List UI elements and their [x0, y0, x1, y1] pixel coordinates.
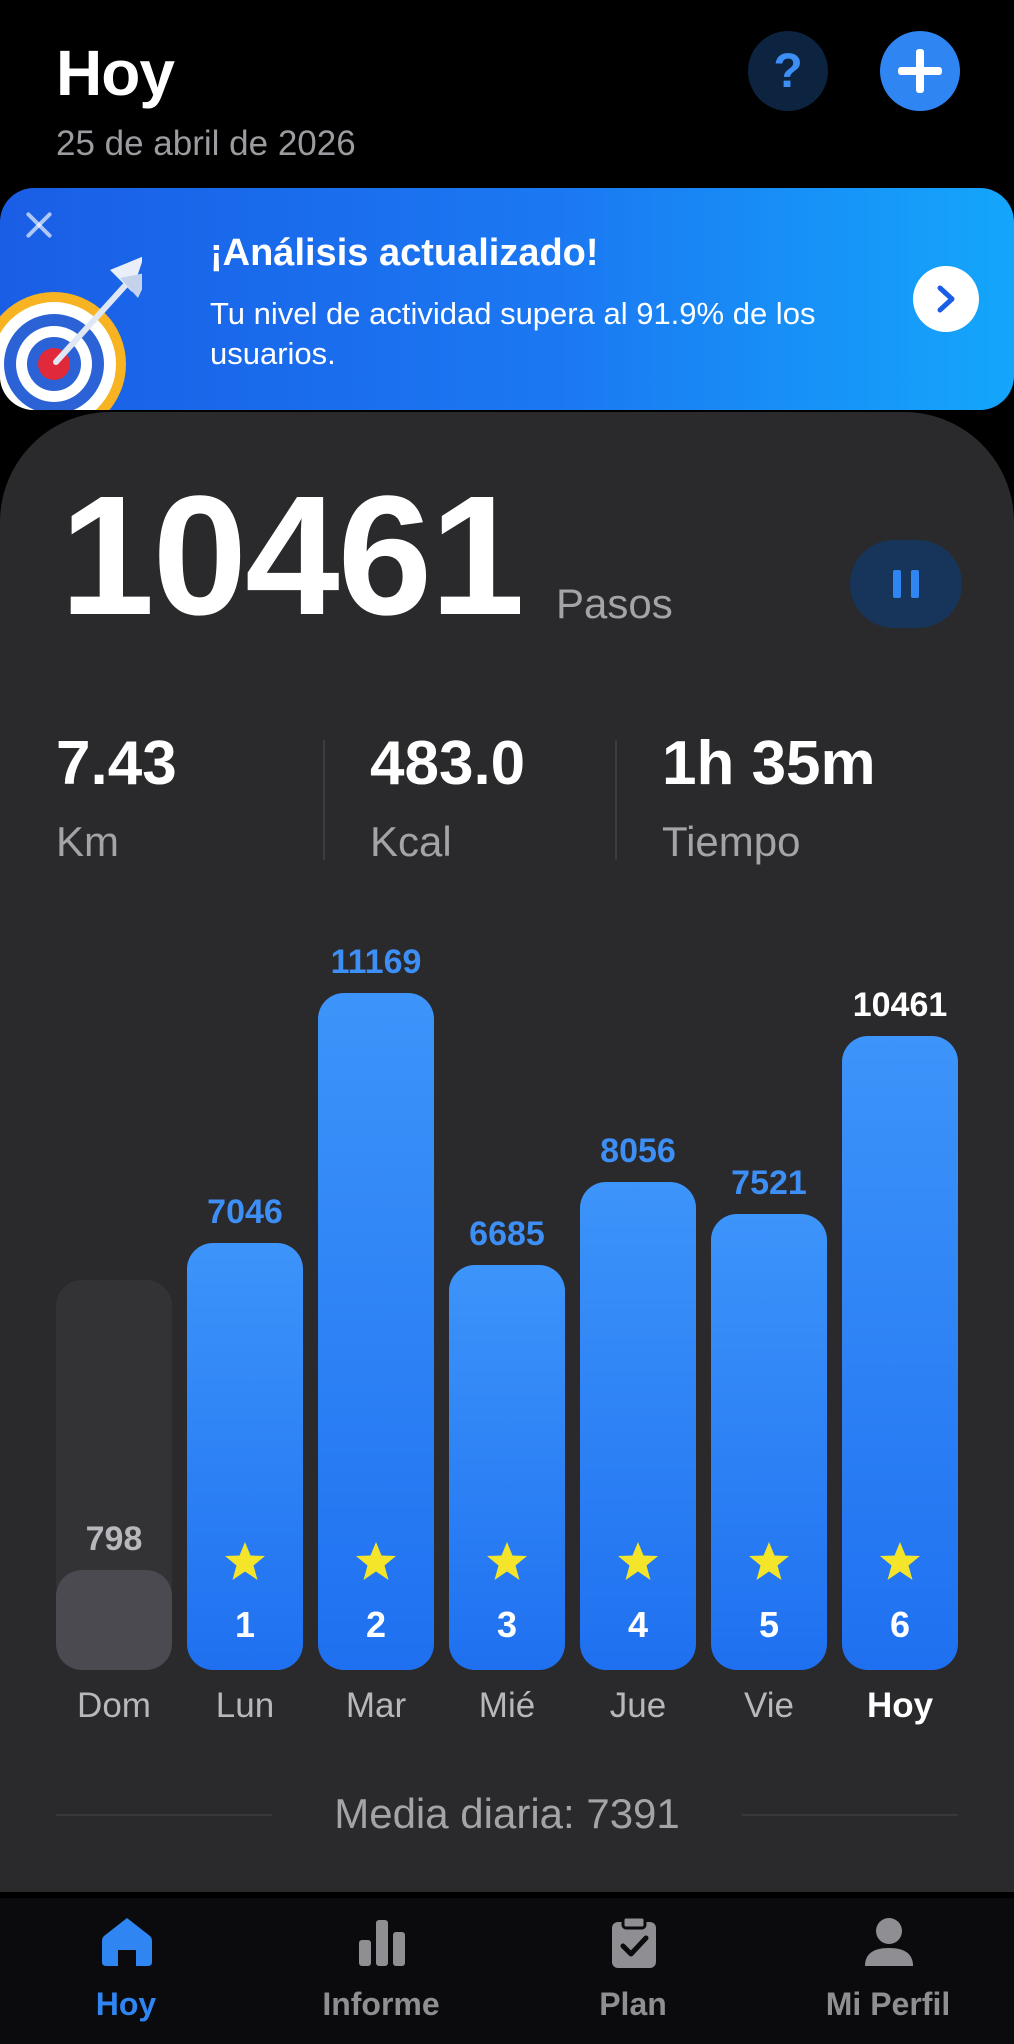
person-icon — [865, 1918, 913, 1966]
divider — [323, 740, 325, 860]
nav-item-informe[interactable]: Informe — [271, 1898, 491, 2044]
nav-label: Informe — [322, 1986, 440, 2022]
pause-button[interactable] — [850, 540, 962, 628]
bar-column-3[interactable]: 6685 3 Mié — [449, 940, 565, 1740]
banner-text: Tu nivel de actividad supera al 91.9% de… — [210, 296, 816, 371]
bar-track — [56, 1280, 172, 1610]
close-icon[interactable] — [22, 208, 56, 242]
nav-item-hoy[interactable]: Hoy — [16, 1898, 236, 2044]
nav-label: Mi Perfil — [825, 1986, 951, 2022]
stat-label: Km — [56, 818, 119, 865]
add-button[interactable] — [880, 31, 960, 111]
stat-value: 7.43 — [56, 729, 177, 798]
day-label: Hoy — [866, 1686, 934, 1725]
streak-number: 3 — [496, 1604, 518, 1645]
stat-time: 1h 35m Tiempo — [662, 726, 876, 866]
nav-item-plan[interactable]: Plan — [523, 1898, 743, 2044]
page-date: 25 de abril de 2026 — [56, 124, 356, 163]
help-icon: ? — [773, 44, 803, 98]
streak-number: 4 — [627, 1604, 649, 1645]
bar-value-label: 7046 — [207, 1193, 283, 1231]
daily-average: Media diaria: 7391 — [334, 1790, 680, 1837]
star-icon — [225, 1542, 265, 1580]
page-title: Hoy — [56, 37, 175, 109]
steps-unit: Pasos — [556, 580, 673, 627]
nav-item-mi-perfil[interactable]: Mi Perfil — [778, 1898, 998, 2044]
star-icon — [880, 1542, 920, 1580]
target-arrow-icon — [0, 256, 142, 410]
bar-value-label: 11169 — [330, 943, 422, 981]
streak-number: 5 — [758, 1604, 780, 1645]
chart-bar — [56, 1570, 172, 1670]
streak-number: 1 — [234, 1604, 256, 1645]
clipboard-check-icon — [612, 1915, 656, 1968]
nav-label: Plan — [599, 1986, 667, 2022]
stat-label: Kcal — [370, 818, 452, 865]
star-icon — [618, 1542, 658, 1580]
bar-column-4[interactable]: 8056 4 Jue — [580, 940, 696, 1740]
chevron-right-icon — [937, 285, 955, 313]
bar-value-label: 10461 — [852, 986, 948, 1024]
stat-distance: 7.43 Km — [56, 726, 177, 866]
streak-number: 6 — [889, 1604, 911, 1645]
streak-number: 2 — [365, 1604, 387, 1645]
bar-value-label: 798 — [85, 1520, 143, 1558]
bar-column-5[interactable]: 7521 5 Vie — [711, 940, 827, 1740]
bar-column-0[interactable]: 798 Dom — [56, 940, 172, 1740]
star-icon — [356, 1542, 396, 1580]
stat-value: 483.0 — [370, 729, 526, 798]
bottom-nav: Hoy Informe Plan Mi Perfil — [0, 1898, 1014, 2044]
bar-value-label: 6685 — [469, 1215, 545, 1253]
banner-title: ¡Análisis actualizado! — [210, 232, 599, 274]
header: Hoy 25 de abril de 2026 ? — [0, 0, 1014, 180]
bar-column-2[interactable]: 11169 2 Mar — [318, 940, 434, 1740]
stat-value: 1h 35m — [662, 729, 876, 798]
home-icon — [102, 1918, 152, 1966]
bar-column-1[interactable]: 7046 1 Lun — [187, 940, 303, 1740]
star-icon — [487, 1542, 527, 1580]
bar-value-label: 7521 — [731, 1164, 807, 1202]
stat-label: Tiempo — [662, 818, 801, 865]
nav-label: Hoy — [95, 1986, 157, 2022]
weekly-steps-chart: 798 Dom 7046 1 Lun 11169 2 Mar 6685 3 Mié 8056 4 Jue 7… — [0, 940, 1014, 1740]
chart-bar — [580, 1182, 696, 1670]
analysis-banner[interactable]: ¡Análisis actualizado! Tu nivel de activ… — [0, 188, 1014, 410]
stat-calories: 483.0 Kcal — [370, 726, 525, 866]
chart-bar — [711, 1214, 827, 1670]
steps-count: 10461 — [60, 461, 525, 651]
help-button[interactable]: ? — [748, 31, 828, 111]
divider — [615, 740, 617, 860]
banner-open-button[interactable] — [913, 266, 979, 332]
bar-chart-icon — [359, 1920, 405, 1966]
bar-column-6[interactable]: 10461 6 Hoy — [842, 940, 958, 1740]
star-icon — [749, 1542, 789, 1580]
